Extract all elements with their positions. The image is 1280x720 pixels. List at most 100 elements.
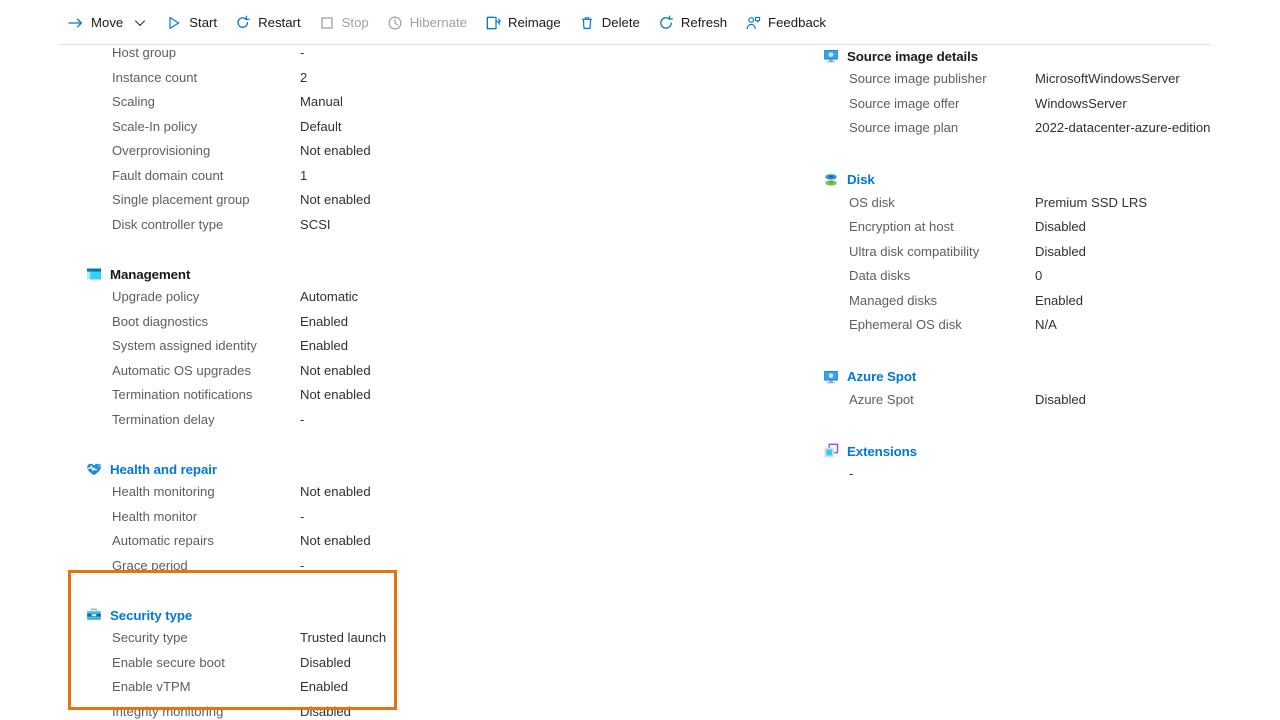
arrow-right-icon	[68, 15, 84, 31]
property-row: Grace period -	[112, 558, 640, 583]
trash-icon	[579, 15, 595, 31]
right-properties-column: Source image details Source image publish…	[740, 45, 1280, 488]
section-security-type: Security type Security type Trusted launch…	[0, 604, 640, 720]
section-header[interactable]: Extensions	[740, 440, 1280, 462]
section-rows: Azure Spot Disabled	[740, 392, 1280, 417]
property-label: Source image publisher	[849, 71, 987, 86]
section-header[interactable]: Disk	[740, 169, 1280, 191]
restart-icon	[235, 15, 251, 31]
reimage-icon	[485, 15, 501, 31]
clock-icon	[387, 15, 403, 31]
toolbar-button-delete[interactable]: Delete	[571, 8, 650, 38]
property-value: Disabled	[1035, 243, 1086, 259]
command-toolbar: Move Start Restart Stop Hibernate Reimage Dele…	[60, 0, 1212, 45]
property-label: OS disk	[849, 194, 895, 210]
section-rows: Security type Trusted launch Enable secure…	[0, 630, 640, 720]
property-row: Ultra disk compatibility Disabled	[849, 244, 1280, 269]
property-label: Host group	[112, 45, 177, 60]
property-label: Overprovisioning	[112, 143, 211, 158]
property-value: Default	[300, 118, 342, 134]
property-label: Termination notifications	[112, 387, 253, 402]
property-value: Not enabled	[300, 484, 371, 499]
property-value: Not enabled	[300, 533, 371, 548]
property-label: Source image plan	[849, 120, 959, 135]
property-row: Disk controller type SCSI	[112, 217, 640, 242]
section-title[interactable]: Health and repair	[110, 462, 217, 477]
property-label: Instance count	[112, 69, 198, 85]
section-header[interactable]: Azure Spot	[740, 366, 1280, 388]
section-title: Management	[110, 266, 191, 282]
section-azure-spot: Azure Spot Azure Spot Disabled	[740, 366, 1280, 417]
toolbar-button-start[interactable]: Start	[158, 8, 227, 38]
property-label: Scaling	[112, 94, 155, 109]
toolbar-button-reimage[interactable]: Reimage	[477, 8, 571, 38]
property-value: 0	[1035, 268, 1043, 283]
refresh-icon	[658, 14, 674, 31]
toolbar-button-hibernate: Hibernate	[379, 8, 477, 38]
property-label: Source image offer	[849, 95, 960, 111]
chevron-down-icon[interactable]	[130, 15, 148, 31]
property-row: Scaling Manual	[112, 94, 640, 119]
section-rows: OS disk Premium SSD LRS Encryption at host…	[740, 195, 1280, 342]
property-value: -	[300, 557, 305, 573]
section-header[interactable]: Health and repair	[0, 458, 640, 480]
section-title[interactable]: Azure Spot	[847, 369, 916, 384]
property-value: Automatic	[300, 289, 359, 304]
property-row: Security type Trusted launch	[112, 630, 640, 655]
property-label: Security type	[112, 630, 188, 645]
toolbar-button-refresh[interactable]: Refresh	[650, 8, 737, 38]
stop-square-icon	[319, 15, 335, 31]
property-row: Overprovisioning Not enabled	[112, 143, 640, 168]
section-title[interactable]: Extensions	[847, 444, 917, 459]
property-row: Data disks 0	[849, 268, 1280, 293]
property-value: -	[300, 508, 305, 524]
monitor-icon	[823, 369, 839, 385]
toolbar-button-label: Start	[189, 15, 218, 30]
property-row: Azure Spot Disabled	[849, 392, 1280, 417]
toolbar-button-feedback[interactable]: Feedback	[737, 8, 836, 38]
property-label: Ultra disk compatibility	[849, 243, 980, 259]
property-value: Disabled	[300, 703, 351, 719]
property-row: System assigned identity Enabled	[112, 338, 640, 363]
property-label: Ephemeral OS disk	[849, 317, 962, 332]
property-label: Managed disks	[849, 292, 938, 308]
toolbar-button-move[interactable]: Move	[60, 8, 158, 38]
property-row: Boot diagnostics Enabled	[112, 314, 640, 339]
property-value: -	[300, 411, 305, 427]
property-row: Scale-In policy Default	[112, 119, 640, 144]
toolbar-button-label: Stop	[341, 15, 369, 30]
property-value: Not enabled	[300, 143, 371, 158]
left-top-rows: Host group - Instance count 2 Scaling Manual S…	[0, 45, 640, 241]
section-empty-value: -	[849, 466, 854, 481]
toolbar-button-restart[interactable]: Restart	[227, 8, 311, 38]
property-value: N/A	[1035, 317, 1057, 332]
property-row: Integrity monitoring Disabled	[112, 704, 640, 720]
section-title[interactable]: Disk	[847, 172, 875, 187]
property-label: Fault domain count	[112, 167, 224, 183]
property-label: Boot diagnostics	[112, 313, 209, 329]
section-header[interactable]: Security type	[0, 604, 640, 626]
property-row: Source image plan 2022-datacenter-azure-e…	[849, 120, 1280, 145]
feedback-icon	[745, 15, 761, 31]
property-label: Disk controller type	[112, 216, 224, 232]
property-row: Termination notifications Not enabled	[112, 387, 640, 412]
toolbar-button-label: Hibernate	[409, 15, 467, 30]
toolbox-icon	[86, 607, 102, 623]
property-value: 2	[300, 69, 308, 85]
property-value: Enabled	[300, 313, 349, 329]
property-label: Grace period	[112, 557, 188, 573]
property-row: Upgrade policy Automatic	[112, 289, 640, 314]
property-row: Automatic repairs Not enabled	[112, 533, 640, 558]
property-value: 2022-datacenter-azure-edition	[1035, 120, 1211, 135]
extensions-icon	[823, 443, 839, 459]
property-row: Enable secure boot Disabled	[112, 655, 640, 680]
management-window-icon	[86, 266, 102, 282]
vmss-overview-properties-page: Move Start Restart Stop Hibernate Reimage Dele…	[0, 0, 1280, 720]
property-label: Encryption at host	[849, 219, 954, 234]
section-rows: Upgrade policy Automatic Boot diagnostics E…	[0, 289, 640, 436]
property-label: Single placement group	[112, 192, 250, 207]
property-label: Enable vTPM	[112, 679, 191, 694]
property-value: WindowsServer	[1035, 95, 1127, 111]
property-label: Data disks	[849, 268, 911, 283]
section-title[interactable]: Security type	[110, 608, 192, 623]
